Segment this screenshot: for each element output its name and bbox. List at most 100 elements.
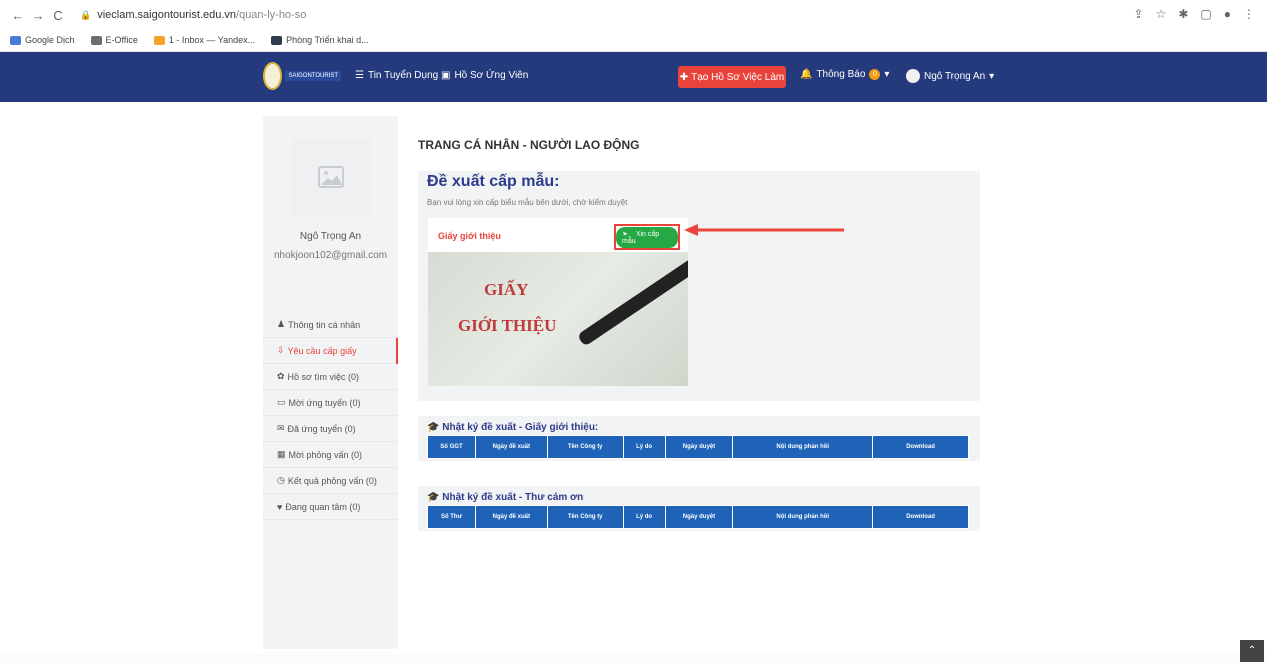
bookmark-3[interactable]: Phòng Triển khai d... xyxy=(271,35,369,45)
col-header: Download xyxy=(872,505,969,529)
download-icon: ⇩ xyxy=(277,345,285,355)
col-header: Download xyxy=(872,435,969,459)
card-image-text-line1: GIẤY xyxy=(484,280,529,299)
main-content: TRANG CÁ NHÂN - NGƯỜI LAO ĐỘNG Đề xuất c… xyxy=(398,116,1000,649)
card-title: Giấy giới thiệu xyxy=(438,231,501,241)
graduation-cap-icon: 🎓 xyxy=(427,492,440,503)
create-profile-button[interactable]: ✚ Tạo Hồ Sơ Việc Làm xyxy=(678,66,786,88)
col-header: Tên Công ty xyxy=(546,505,624,529)
col-header: Nội dung phản hồi xyxy=(732,435,874,459)
col-header: Lý do xyxy=(622,435,666,459)
col-header: Nội dung phản hồi xyxy=(732,505,874,529)
col-header: Tên Công ty xyxy=(546,435,624,459)
grid-icon: ▦ xyxy=(277,449,286,459)
reload-icon[interactable]: C xyxy=(48,8,68,23)
col-header: Lý do xyxy=(622,505,666,529)
request-form-button-highlight: ➤ Xin cấp mẫu xyxy=(614,224,680,250)
bookmark-icon xyxy=(10,35,21,45)
profile-icon[interactable]: ● xyxy=(1224,7,1231,21)
user-icon: ♟ xyxy=(277,319,286,329)
address-bar[interactable]: 🔒 vieclam.saigontourist.edu.vn/quan-ly-h… xyxy=(80,9,306,21)
bookmarks-bar: Google Dịch E-Office 1 - Inbox — Yandex.… xyxy=(0,30,1267,50)
bookmark-icon xyxy=(271,35,283,45)
bookmark-1[interactable]: E-Office xyxy=(90,35,138,45)
bookmark-0[interactable]: Google Dịch xyxy=(10,35,75,45)
log-heading: 🎓 Nhật ký đề xuất - Giấy giới thiệu: xyxy=(427,422,599,433)
menu-icon[interactable]: ⋮ xyxy=(1243,7,1255,21)
list-icon: ☰ xyxy=(355,70,364,81)
chevron-up-icon: ⌃ xyxy=(1247,645,1257,656)
sidebar: Ngô Trọng An nhokjoon102@gmail.com ♟ Thôn… xyxy=(263,116,398,649)
log-table: Số Thư Ngày đề xuất Tên Công ty Lý do Ng… xyxy=(427,505,969,529)
logo-text: SAIGONTOURIST xyxy=(285,71,341,81)
sidebar-item-interview-invites[interactable]: ▦ Mời phỏng vấn (0) xyxy=(263,442,398,468)
bookmark-2[interactable]: 1 - Inbox — Yandex... xyxy=(153,35,255,45)
graduation-cap-icon: 🎓 xyxy=(427,422,440,433)
sidebar-item-interested[interactable]: ♥ Đang quan tâm (0) xyxy=(263,494,398,520)
extensions-icon[interactable]: ✱ xyxy=(1178,7,1188,21)
lock-icon: 🔒 xyxy=(80,9,92,20)
url-domain: vieclam.saigontourist.edu.vn xyxy=(97,9,237,21)
profile-page: Ngô Trọng An nhokjoon102@gmail.com ♟ Thôn… xyxy=(263,116,1000,649)
sidebar-item-document-request[interactable]: ⇩ Yêu cầu cấp giấy xyxy=(263,338,398,364)
user-menu[interactable]: Ngô Trọng An ▾ xyxy=(906,69,994,83)
nav-job-listings[interactable]: ☰ Tin Tuyển Dụng xyxy=(355,70,438,81)
heart-icon: ♥ xyxy=(277,501,283,512)
log-heading: 🎓 Nhật ký đề xuất - Thư cám ơn xyxy=(427,492,584,503)
sidebar-item-application-invites[interactable]: ▭ Mời ứng tuyển (0) xyxy=(263,390,398,416)
log-introduction-letters: 🎓 Nhật ký đề xuất - Giấy giới thiệu: Số … xyxy=(418,416,980,461)
card-image: GIẤY GIỚI THIỆU xyxy=(428,252,688,386)
pen-illustration xyxy=(576,252,688,347)
profile-name: Ngô Trọng An xyxy=(299,231,362,242)
card-icon: ▭ xyxy=(277,397,286,407)
chevron-down-icon: ▾ xyxy=(884,69,890,80)
footer-strip xyxy=(0,654,1267,664)
avatar xyxy=(906,69,920,83)
request-form-button[interactable]: ➤ Xin cấp mẫu xyxy=(616,226,678,248)
profile-email: nhokjoon102@gmail.com xyxy=(274,250,387,261)
col-header: Số Thư xyxy=(427,505,476,529)
sidebar-item-personal-info[interactable]: ♟ Thông tin cá nhân xyxy=(263,312,398,338)
col-header: Ngày đề xuất xyxy=(474,505,548,529)
back-icon[interactable]: ← xyxy=(8,8,28,23)
log-thank-you-letters: 🎓 Nhật ký đề xuất - Thư cám ơn Số Thư Ng… xyxy=(418,486,980,531)
notifications-dropdown[interactable]: 🔔 Thông Báo 0 ▾ xyxy=(800,69,889,80)
scroll-to-top-button[interactable]: ⌃ xyxy=(1240,640,1264,662)
page-title: TRANG CÁ NHÂN - NGƯỜI LAO ĐỘNG xyxy=(418,138,640,152)
address-row: ← → C 🔒 vieclam.saigontourist.edu.vn/qua… xyxy=(0,0,1267,30)
sidebar-item-applied[interactable]: ✉ Đã ứng tuyển (0) xyxy=(263,416,398,442)
profile-card-icon: ▣ xyxy=(441,70,451,81)
form-card-introduction-letter: Giấy giới thiệu ➤ Xin cấp mẫu GIẤY GIỚI … xyxy=(428,218,688,386)
panel-subtitle: Bạn vui lòng xin cấp biểu mẫu bên dưới, … xyxy=(427,198,628,207)
gear-icon: ✿ xyxy=(277,371,285,381)
logo-emblem-icon xyxy=(263,62,283,90)
bookmark-icon xyxy=(90,35,102,45)
browser-actions: ⇪ ☆ ✱ ▢ ● ⋮ xyxy=(1134,7,1255,21)
notification-count-badge: 0 xyxy=(869,69,881,80)
card-image-text-line2: GIỚI THIỆU xyxy=(458,316,557,335)
star-icon[interactable]: ☆ xyxy=(1156,7,1167,21)
sidebar-item-interview-results[interactable]: ◷ Kết quả phỏng vấn (0) xyxy=(263,468,398,494)
annotation-arrow xyxy=(684,224,844,236)
site-navbar: SAIGONTOURIST ☰ Tin Tuyển Dụng ▣ Hồ Sơ Ứ… xyxy=(0,52,1267,102)
bell-icon: 🔔 xyxy=(800,69,813,80)
sidebar-item-job-profiles[interactable]: ✿ Hồ sơ tìm việc (0) xyxy=(263,364,398,390)
sidebar-menu: ♟ Thông tin cá nhân ⇩ Yêu cầu cấp giấy ✿ Hồ… xyxy=(263,312,398,520)
nav-candidate-profiles[interactable]: ▣ Hồ Sơ Ứng Viên xyxy=(441,70,528,81)
browser-chrome: ← → C 🔒 vieclam.saigontourist.edu.vn/qua… xyxy=(0,0,1267,52)
log-table: Số GGT Ngày đề xuất Tên Công ty Lý do Ng… xyxy=(427,435,969,459)
request-form-panel: Đề xuất cấp mẫu: Bạn vui lòng xin cấp bi… xyxy=(418,171,980,401)
site-logo[interactable]: SAIGONTOURIST xyxy=(263,60,341,92)
col-header: Ngày đề xuất xyxy=(474,435,548,459)
forward-icon[interactable]: → xyxy=(28,8,48,23)
bookmark-icon xyxy=(153,35,165,45)
share-icon[interactable]: ⇪ xyxy=(1134,7,1144,21)
envelope-icon: ✉ xyxy=(277,423,285,433)
profile-image-placeholder xyxy=(291,138,371,216)
col-header: Ngày duyệt xyxy=(664,505,734,529)
window-icon[interactable]: ▢ xyxy=(1200,7,1211,21)
panel-heading: Đề xuất cấp mẫu: xyxy=(427,173,560,190)
user-plus-icon: ✚ xyxy=(679,71,689,83)
image-icon xyxy=(318,166,344,188)
url-path: /quan-ly-ho-so xyxy=(236,9,307,21)
